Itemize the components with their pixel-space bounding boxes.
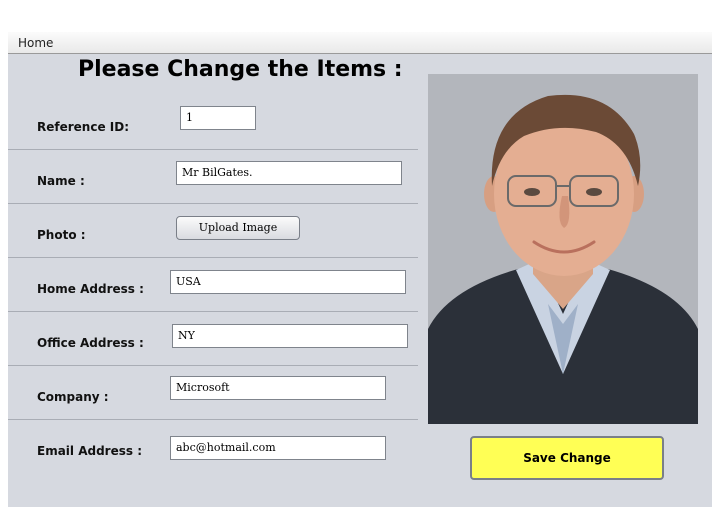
divider xyxy=(8,257,418,258)
photo-label: Photo : xyxy=(37,228,86,242)
profile-photo-image xyxy=(428,74,698,424)
page-title: Please Change the Items : xyxy=(78,57,403,82)
upload-image-button[interactable]: Upload Image xyxy=(176,216,300,240)
reference-id-label: Reference ID: xyxy=(37,120,129,134)
home-address-input[interactable]: USA xyxy=(170,270,406,294)
name-input[interactable]: Mr BilGates. xyxy=(176,161,402,185)
reference-id-input[interactable]: 1 xyxy=(180,106,256,130)
office-address-input[interactable]: NY xyxy=(172,324,408,348)
menu-bar: Home xyxy=(8,32,712,54)
office-address-label: Office Address : xyxy=(37,336,144,350)
divider xyxy=(8,311,418,312)
profile-photo xyxy=(428,74,698,424)
divider xyxy=(8,203,418,204)
divider xyxy=(8,365,418,366)
divider xyxy=(8,149,418,150)
edit-form-panel: Please Change the Items : Reference ID: … xyxy=(8,54,712,507)
menu-item-home[interactable]: Home xyxy=(18,36,53,50)
email-address-label: Email Address : xyxy=(37,444,142,458)
email-address-input[interactable]: abc@hotmail.com xyxy=(170,436,386,460)
home-address-label: Home Address : xyxy=(37,282,144,296)
save-change-button[interactable]: Save Change xyxy=(470,436,664,480)
company-label: Company : xyxy=(37,390,109,404)
company-input[interactable]: Microsoft xyxy=(170,376,386,400)
name-label: Name : xyxy=(37,174,85,188)
divider xyxy=(8,419,418,420)
